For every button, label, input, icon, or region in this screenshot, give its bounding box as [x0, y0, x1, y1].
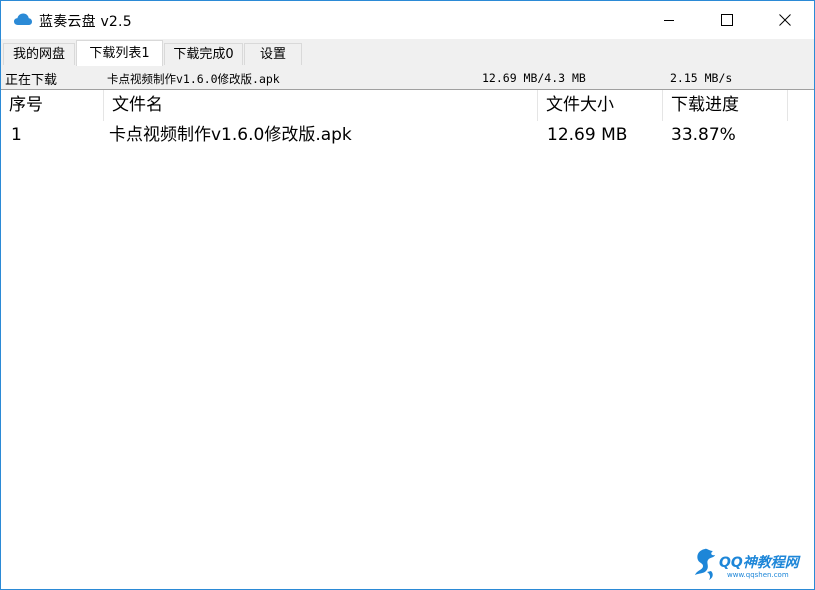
cell-progress: 33.87%	[671, 125, 736, 145]
column-header-progress[interactable]: 下载进度	[663, 90, 788, 121]
cloud-icon	[14, 13, 32, 25]
status-label: 正在下载	[5, 73, 58, 88]
tab-label: 下载完成0	[173, 47, 234, 62]
maximize-button[interactable]	[698, 1, 756, 39]
column-header-index[interactable]: 序号	[1, 90, 104, 121]
list-header: 序号 文件名 文件大小 下载进度	[1, 90, 814, 121]
download-list[interactable]: 序号 文件名 文件大小 下载进度 1 卡点视频制作v1.6.0修改版.apk 1…	[1, 90, 814, 589]
cell-file-size: 12.69 MB	[547, 125, 628, 145]
status-size: 12.69 MB/4.3 MB	[482, 71, 586, 85]
window-title: 蓝奏云盘 v2.5	[39, 14, 132, 30]
close-button[interactable]	[756, 1, 814, 39]
tab-label: 设置	[259, 47, 286, 62]
watermark-brand: QQ神教程网	[719, 555, 799, 571]
table-row[interactable]: 1 卡点视频制作v1.6.0修改版.apk 12.69 MB 33.87%	[1, 121, 814, 149]
column-header-name[interactable]: 文件名	[104, 90, 538, 121]
maximize-icon	[721, 14, 733, 26]
tab-strip: 我的网盘 下载列表1 下载完成0 设置	[1, 39, 814, 67]
download-status-bar: 正在下载 卡点视频制作v1.6.0修改版.apk 12.69 MB/4.3 MB…	[1, 67, 814, 90]
tab-download-list[interactable]: 下载列表1	[76, 40, 163, 66]
status-file-name: 卡点视频制作v1.6.0修改版.apk	[107, 72, 280, 86]
title-bar[interactable]: 蓝奏云盘 v2.5	[1, 1, 814, 39]
cell-index: 1	[11, 125, 22, 145]
minimize-button[interactable]	[640, 1, 698, 39]
status-speed: 2.15 MB/s	[670, 71, 733, 85]
dragon-logo-icon	[695, 548, 715, 580]
minimize-icon	[664, 20, 674, 21]
watermark-url: www.qqshen.com	[727, 571, 789, 579]
tab-my-disk[interactable]: 我的网盘	[3, 43, 75, 65]
app-window: 蓝奏云盘 v2.5 我的网盘 下载列表1 下载完成0 设置 正在下载 卡点视频制…	[0, 0, 815, 590]
cell-file-name: 卡点视频制作v1.6.0修改版.apk	[109, 125, 352, 145]
column-header-size[interactable]: 文件大小	[538, 90, 663, 121]
tab-settings[interactable]: 设置	[244, 43, 302, 65]
watermark: QQ神教程网 www.qqshen.com	[691, 546, 806, 584]
tab-label: 我的网盘	[12, 47, 65, 62]
tab-download-complete[interactable]: 下载完成0	[164, 43, 243, 65]
close-icon	[779, 14, 791, 26]
tab-label: 下载列表1	[89, 46, 150, 61]
